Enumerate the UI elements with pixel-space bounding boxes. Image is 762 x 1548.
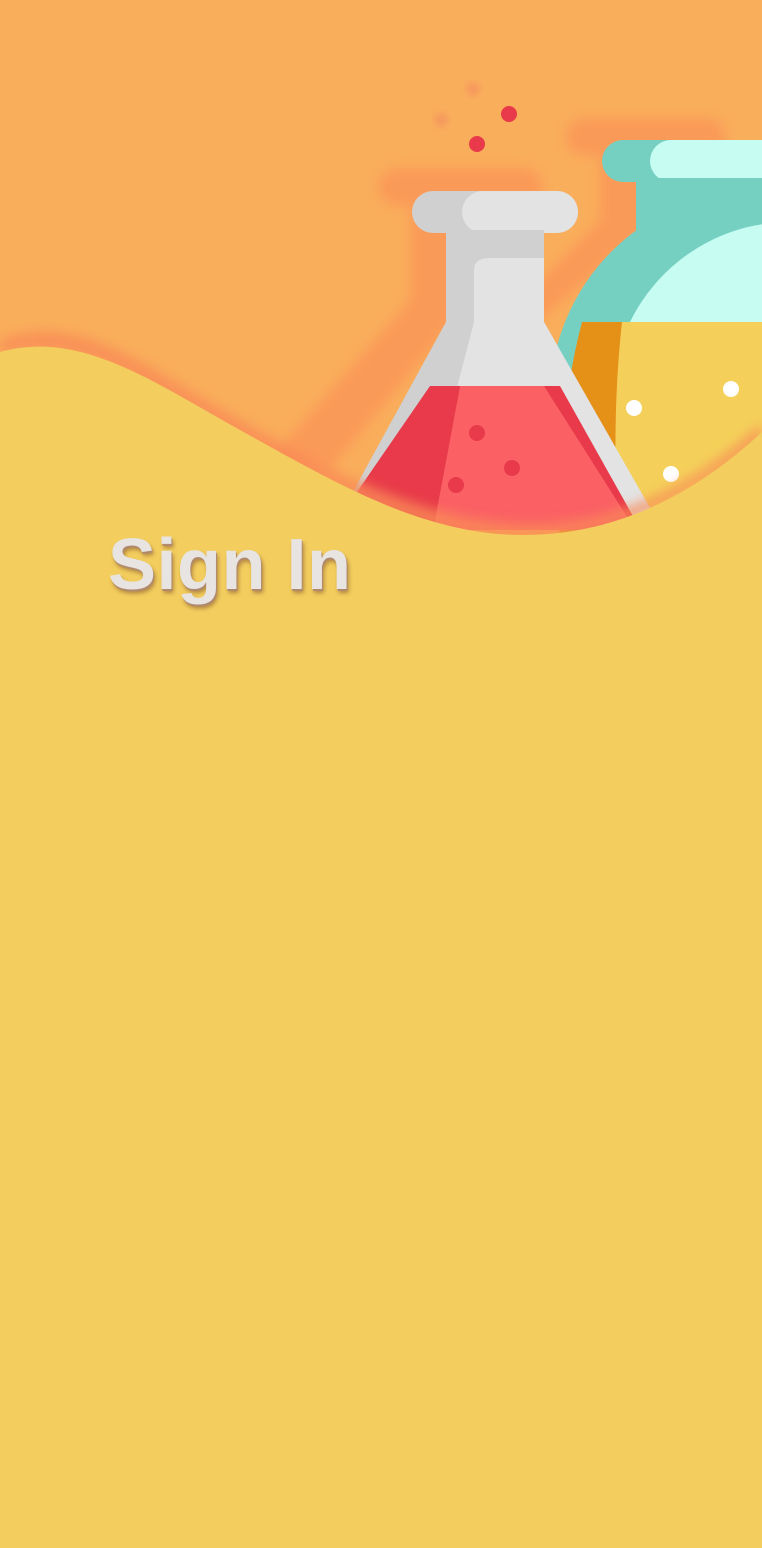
header-illustration [0,0,762,560]
bubble [501,106,517,122]
lab-flasks-illustration [0,0,762,560]
bubble [466,82,480,96]
bubble [434,113,448,127]
page-title: Sign In [108,525,352,605]
sign-in-screen: Sign In [0,0,762,1548]
bubble [469,136,485,152]
